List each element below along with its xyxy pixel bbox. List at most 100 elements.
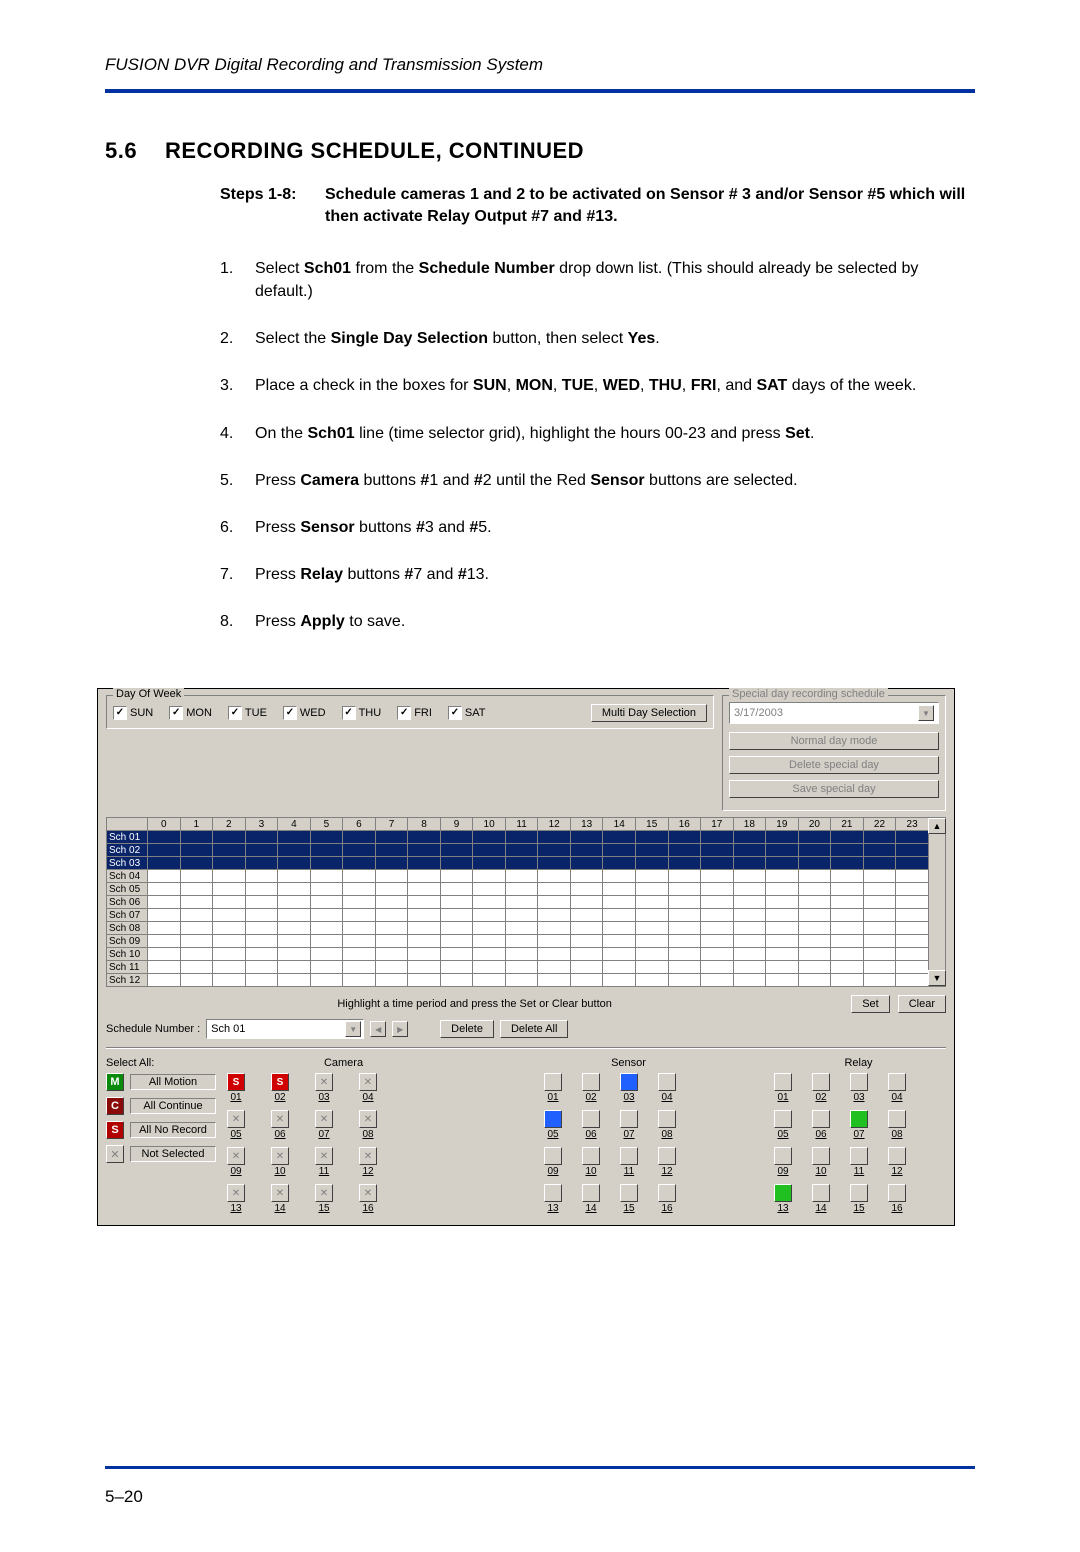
relay-icon[interactable]	[888, 1184, 906, 1202]
schedule-cell[interactable]	[180, 974, 213, 987]
schedule-row[interactable]: Sch 02	[107, 844, 929, 857]
schedule-cell[interactable]	[701, 909, 734, 922]
schedule-cell[interactable]	[831, 948, 864, 961]
schedule-row[interactable]: Sch 03	[107, 857, 929, 870]
schedule-cell[interactable]	[733, 870, 766, 883]
schedule-cell[interactable]	[505, 948, 538, 961]
schedule-cell[interactable]	[148, 831, 181, 844]
schedule-cell[interactable]	[635, 883, 668, 896]
schedule-cell[interactable]	[635, 961, 668, 974]
schedule-cell[interactable]	[570, 844, 603, 857]
schedule-cell[interactable]	[148, 870, 181, 883]
schedule-cell[interactable]	[766, 948, 799, 961]
schedule-cell[interactable]	[440, 922, 473, 935]
sensor-icon[interactable]	[544, 1073, 562, 1091]
schedule-cell[interactable]	[733, 974, 766, 987]
schedule-cell[interactable]	[310, 857, 343, 870]
sensor-button-02[interactable]: 02	[579, 1073, 603, 1104]
relay-button-11[interactable]: 11	[847, 1147, 871, 1178]
schedule-cell[interactable]	[798, 974, 831, 987]
schedule-cell[interactable]	[831, 896, 864, 909]
schedule-cell[interactable]	[798, 857, 831, 870]
schedule-cell[interactable]	[180, 883, 213, 896]
schedule-cell[interactable]	[343, 857, 376, 870]
schedule-cell[interactable]	[148, 844, 181, 857]
camera-icon[interactable]	[359, 1184, 377, 1202]
schedule-cell[interactable]	[766, 831, 799, 844]
schedule-cell[interactable]	[668, 831, 701, 844]
schedule-row[interactable]: Sch 06	[107, 896, 929, 909]
schedule-cell[interactable]	[798, 844, 831, 857]
schedule-cell[interactable]	[635, 870, 668, 883]
schedule-cell[interactable]	[863, 844, 896, 857]
schedule-cell[interactable]	[603, 896, 636, 909]
relay-button-14[interactable]: 14	[809, 1184, 833, 1215]
schedule-cell[interactable]	[440, 961, 473, 974]
schedule-cell[interactable]	[570, 948, 603, 961]
scroll-up-icon[interactable]: ▲	[928, 818, 946, 834]
motion-icon[interactable]: M	[106, 1073, 124, 1091]
day-checkbox-sat[interactable]: SAT	[448, 706, 486, 720]
sensor-icon[interactable]	[620, 1147, 638, 1165]
sensor-button-04[interactable]: 04	[655, 1073, 679, 1104]
relay-button-12[interactable]: 12	[885, 1147, 909, 1178]
schedule-cell[interactable]	[766, 896, 799, 909]
schedule-cell[interactable]	[701, 857, 734, 870]
schedule-cell[interactable]	[668, 909, 701, 922]
schedule-cell[interactable]	[213, 883, 246, 896]
schedule-cell[interactable]	[668, 870, 701, 883]
schedule-cell[interactable]	[668, 896, 701, 909]
schedule-cell[interactable]	[603, 857, 636, 870]
relay-icon[interactable]	[774, 1110, 792, 1128]
schedule-cell[interactable]	[798, 909, 831, 922]
schedule-cell[interactable]	[245, 896, 278, 909]
schedule-cell[interactable]	[148, 896, 181, 909]
relay-icon[interactable]	[812, 1110, 830, 1128]
schedule-cell[interactable]	[505, 961, 538, 974]
schedule-cell[interactable]	[733, 831, 766, 844]
sensor-icon[interactable]	[658, 1147, 676, 1165]
schedule-cell[interactable]	[310, 974, 343, 987]
schedule-cell[interactable]	[896, 883, 929, 896]
schedule-row[interactable]: Sch 01	[107, 831, 929, 844]
schedule-cell[interactable]	[701, 922, 734, 935]
sensor-button-16[interactable]: 16	[655, 1184, 679, 1215]
relay-button-13[interactable]: 13	[771, 1184, 795, 1215]
sensor-icon[interactable]	[658, 1184, 676, 1202]
schedule-cell[interactable]	[278, 909, 311, 922]
schedule-cell[interactable]	[408, 909, 441, 922]
schedule-cell[interactable]	[375, 974, 408, 987]
schedule-cell[interactable]	[473, 857, 506, 870]
relay-icon[interactable]	[812, 1147, 830, 1165]
schedule-cell[interactable]	[213, 909, 246, 922]
schedule-cell[interactable]	[245, 857, 278, 870]
sensor-button-06[interactable]: 06	[579, 1110, 603, 1141]
sensor-button-08[interactable]: 08	[655, 1110, 679, 1141]
schedule-cell[interactable]	[245, 948, 278, 961]
schedule-cell[interactable]	[570, 831, 603, 844]
camera-icon[interactable]	[359, 1073, 377, 1091]
schedule-cell[interactable]	[538, 974, 571, 987]
schedule-cell[interactable]	[701, 883, 734, 896]
vertical-scrollbar[interactable]: ▲ ▼	[929, 817, 946, 987]
schedule-cell[interactable]	[440, 870, 473, 883]
camera-icon[interactable]	[227, 1147, 245, 1165]
schedule-cell[interactable]	[310, 870, 343, 883]
relay-icon[interactable]	[888, 1073, 906, 1091]
sensor-icon[interactable]	[620, 1184, 638, 1202]
schedule-row[interactable]: Sch 04	[107, 870, 929, 883]
schedule-cell[interactable]	[701, 948, 734, 961]
schedule-cell[interactable]	[603, 909, 636, 922]
schedule-cell[interactable]	[831, 935, 864, 948]
camera-icon[interactable]: S	[227, 1073, 245, 1091]
schedule-cell[interactable]	[473, 974, 506, 987]
schedule-cell[interactable]	[798, 870, 831, 883]
schedule-cell[interactable]	[180, 831, 213, 844]
chevron-down-icon[interactable]: ▼	[345, 1021, 361, 1037]
schedule-cell[interactable]	[505, 896, 538, 909]
schedule-cell[interactable]	[733, 857, 766, 870]
all-motion-button[interactable]: All Motion	[130, 1074, 216, 1090]
schedule-cell[interactable]	[603, 922, 636, 935]
schedule-cell[interactable]	[863, 909, 896, 922]
schedule-cell[interactable]	[603, 870, 636, 883]
